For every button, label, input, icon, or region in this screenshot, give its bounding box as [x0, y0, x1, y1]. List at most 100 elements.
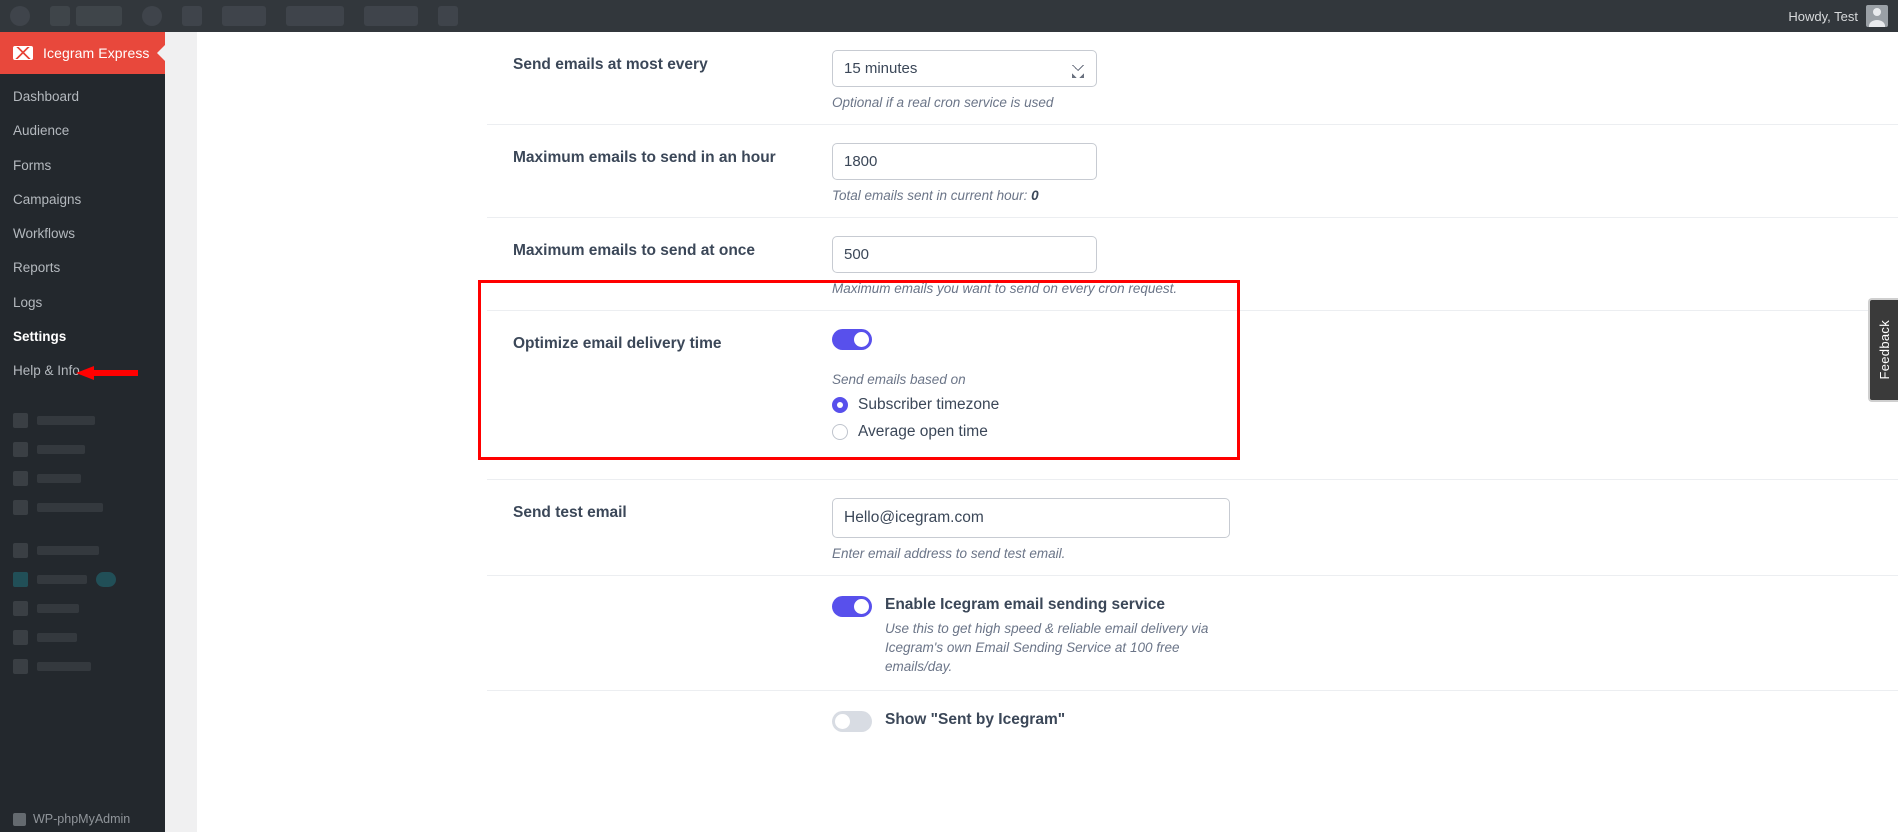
pages-icon [13, 471, 28, 487]
admin-bar-new[interactable] [212, 0, 276, 32]
sidebar-item-dashboard[interactable]: Dashboard [0, 80, 165, 114]
menu-label-placeholder [37, 604, 79, 614]
test-email-helper: Enter email address to send test email. [832, 546, 1066, 561]
extra-menu-placeholder [364, 6, 418, 26]
wp-menu-item[interactable] [0, 493, 165, 522]
wp-menu-item[interactable] [0, 464, 165, 493]
row-sent-by-icegram: Show "Sent by Icegram" [487, 691, 1898, 746]
wp-menu-item[interactable] [0, 652, 165, 681]
admin-bar-plugin-menu[interactable] [276, 0, 354, 32]
howdy-label: Howdy, Test [1788, 8, 1858, 24]
sidebar-item-phpmyadmin[interactable]: WP-phpMyAdmin [0, 806, 165, 832]
sending-service-toggle[interactable] [832, 596, 872, 617]
sending-service-title: Enable Icegram email sending service [885, 596, 1165, 613]
sidebar-item-help-info[interactable]: Help & Info [0, 354, 165, 388]
send-every-helper: Optional if a real cron service is used [832, 95, 1054, 110]
sent-by-icegram-toggle[interactable] [832, 711, 872, 733]
comment-icon [142, 6, 162, 26]
wp-menu-item[interactable] [0, 594, 165, 623]
site-name-placeholder [76, 6, 122, 26]
admin-bar-updates[interactable] [172, 0, 212, 32]
sidebar-footer-label: WP-phpMyAdmin [33, 812, 131, 826]
wp-core-menu-group [0, 388, 165, 681]
sending-service-description: Use this to get high speed & reliable em… [885, 620, 1209, 674]
plugin-title: Icegram Express [43, 45, 150, 61]
sidebar-item-campaigns[interactable]: Campaigns [0, 183, 165, 217]
admin-bar-extra[interactable] [354, 0, 428, 32]
menu-separator [0, 522, 165, 536]
menu-label-placeholder [37, 662, 91, 672]
menu-label-placeholder [37, 474, 81, 484]
max-per-hour-input[interactable] [832, 143, 1097, 180]
optimize-sub-label: Send emails based on [832, 372, 966, 387]
wordpress-logo-icon [10, 6, 30, 26]
admin-bar-comments[interactable] [132, 0, 172, 32]
max-per-hour-label: Maximum emails to send in an hour [513, 149, 776, 166]
feedback-label: Feedback [1876, 320, 1892, 380]
menu-label-placeholder [37, 445, 85, 455]
plugin-header[interactable]: Icegram Express [0, 32, 165, 74]
home-icon [50, 6, 70, 26]
row-send-every: Send emails at most every 15 minutes Opt… [487, 32, 1898, 125]
max-per-hour-field: Total emails sent in current hour: 0 [832, 143, 1898, 203]
sent-by-text: Show "Sent by Icegram" [885, 711, 1065, 730]
content-gutter [165, 32, 197, 832]
admin-bar-account[interactable]: Howdy, Test [1788, 0, 1898, 32]
optimize-delivery-toggle[interactable] [832, 329, 872, 350]
menu-label-placeholder [37, 575, 87, 585]
menu-label-placeholder [37, 633, 77, 643]
admin-bar-logo[interactable] [0, 0, 40, 32]
envelope-icon [13, 46, 33, 60]
sidebar-item-audience[interactable]: Audience [0, 114, 165, 148]
admin-bar-items [0, 0, 1788, 32]
sidebar-item-settings[interactable]: Settings [0, 320, 165, 354]
settings-content: Send emails at most every 15 minutes Opt… [197, 32, 1898, 832]
media-icon [13, 442, 28, 458]
wp-menu-item[interactable] [0, 435, 165, 464]
wp-menu-item[interactable] [0, 536, 165, 565]
sidebar-item-reports[interactable]: Reports [0, 251, 165, 285]
send-every-select[interactable]: 15 minutes [832, 50, 1097, 87]
max-at-once-input[interactable] [832, 236, 1097, 273]
row-max-per-hour: Maximum emails to send in an hour Total … [487, 125, 1898, 218]
send-every-label: Send emails at most every [513, 56, 708, 73]
max-per-hour-helper: Total emails sent in current hour: 0 [832, 188, 1898, 203]
database-icon [13, 812, 26, 826]
posts-icon [13, 413, 28, 429]
sent-by-field: Show "Sent by Icegram" [832, 707, 1065, 733]
wp-menu-item[interactable] [0, 565, 165, 594]
menu-label-placeholder [37, 503, 103, 513]
admin-bar-extra-2[interactable] [428, 0, 468, 32]
test-email-input[interactable] [832, 498, 1230, 538]
admin-bar-site[interactable] [40, 0, 132, 32]
sidebar-item-logs[interactable]: Logs [0, 286, 165, 320]
sidebar-item-forms[interactable]: Forms [0, 149, 165, 183]
row-sending-service: Enable Icegram email sending service Use… [487, 576, 1898, 692]
feedback-tab[interactable]: Feedback [1868, 298, 1898, 402]
appearance-icon [13, 543, 28, 559]
wp-menu-item[interactable] [0, 623, 165, 652]
update-icon [182, 6, 202, 26]
sidebar-item-workflows[interactable]: Workflows [0, 217, 165, 251]
extra-icon [438, 6, 458, 26]
plugins-icon [13, 572, 28, 588]
max-per-hour-helper-value: 0 [1031, 188, 1039, 203]
test-email-label: Send test email [513, 504, 627, 521]
max-at-once-label: Maximum emails to send at once [513, 242, 756, 259]
radio-average-open-time-label: Average open time [858, 423, 988, 440]
radio-subscriber-timezone-label: Subscriber timezone [858, 396, 1000, 413]
max-per-hour-helper-prefix: Total emails sent in current hour: [832, 188, 1032, 203]
optimize-label: Optimize email delivery time [513, 335, 722, 352]
radio-subscriber-timezone-input[interactable] [832, 397, 848, 413]
max-at-once-field: Maximum emails you want to send on every… [832, 236, 1898, 296]
settings-gear-icon [13, 659, 28, 675]
radio-subscriber-timezone[interactable]: Subscriber timezone [832, 396, 1898, 414]
wp-menu-item[interactable] [0, 406, 165, 435]
menu-label-placeholder [37, 546, 99, 556]
row-max-at-once: Maximum emails to send at once Maximum e… [487, 218, 1898, 311]
avatar [1866, 5, 1888, 27]
radio-average-open-time[interactable]: Average open time [832, 423, 1898, 441]
radio-average-open-time-input[interactable] [832, 424, 848, 440]
update-count-badge [96, 572, 116, 588]
